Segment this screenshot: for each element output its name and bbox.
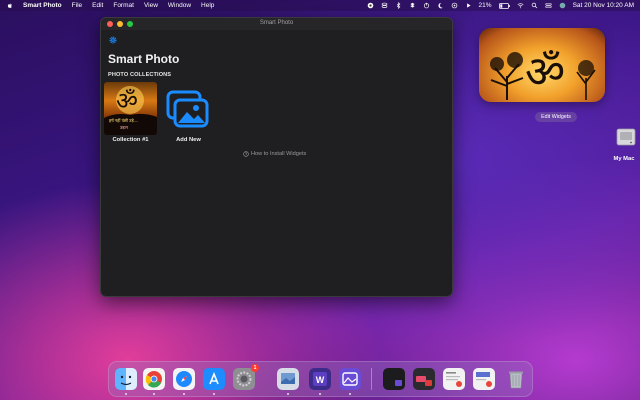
battery-icon[interactable] bbox=[498, 2, 510, 9]
dock-separator bbox=[371, 368, 372, 390]
stack-icon[interactable] bbox=[381, 2, 388, 9]
menu-file[interactable]: File bbox=[72, 2, 82, 9]
chrome-icon[interactable] bbox=[143, 368, 165, 390]
menu-clock[interactable]: Sat 20 Nov 10:20 AM bbox=[573, 2, 634, 9]
collection-label[interactable]: Collection #1 bbox=[104, 137, 157, 143]
preview-icon[interactable] bbox=[277, 368, 299, 390]
apple-menu-icon[interactable] bbox=[6, 2, 13, 9]
help-link-label[interactable]: How to Install Widgets bbox=[251, 151, 306, 157]
smart-photo-dock-icon[interactable] bbox=[339, 368, 361, 390]
window-titlebar[interactable]: Smart Photo bbox=[101, 18, 452, 30]
user-avatar-icon[interactable] bbox=[559, 2, 566, 9]
menu-app-name[interactable]: Smart Photo bbox=[23, 2, 62, 9]
minimized-window-icon[interactable] bbox=[383, 368, 405, 390]
dropbox-icon[interactable] bbox=[409, 2, 416, 9]
collection-caption-top: हर्ष नहीं पंछी उड़े.... bbox=[109, 118, 139, 123]
tree-silhouette-icon bbox=[490, 52, 524, 100]
tree-silhouette-icon bbox=[576, 60, 596, 100]
window-title: Smart Photo bbox=[259, 20, 294, 26]
cast-icon[interactable] bbox=[451, 2, 458, 9]
safari-icon[interactable] bbox=[173, 368, 195, 390]
edit-widgets-button[interactable]: Edit Widgets bbox=[535, 112, 577, 122]
smart-photo-widget[interactable]: ॐ bbox=[479, 28, 605, 102]
bluetooth-icon[interactable] bbox=[395, 2, 402, 9]
menu-format[interactable]: Format bbox=[113, 2, 134, 9]
menu-bar: Smart Photo File Edit Format View Window… bbox=[0, 0, 640, 11]
collection-thumbnail[interactable]: ॐ हर्ष नहीं पंछी उड़े.... उड़ान bbox=[104, 82, 157, 135]
control-center-icon[interactable] bbox=[544, 2, 552, 9]
settings-gear-icon[interactable] bbox=[367, 2, 374, 9]
power-icon[interactable] bbox=[423, 2, 430, 9]
menu-help[interactable]: Help bbox=[201, 2, 214, 9]
menu-window[interactable]: Window bbox=[168, 2, 191, 9]
hard-drive-icon[interactable] bbox=[615, 126, 637, 148]
play-icon[interactable] bbox=[465, 2, 472, 9]
svg-text:W: W bbox=[316, 375, 325, 385]
menu-view[interactable]: View bbox=[144, 2, 158, 9]
running-indicator bbox=[153, 393, 155, 395]
smart-photo-window: Smart Photo Smart Photo PHOTO COLLECTION… bbox=[100, 17, 453, 297]
section-heading: PHOTO COLLECTIONS bbox=[108, 72, 172, 78]
wifi-icon[interactable] bbox=[517, 2, 524, 9]
app-title: Smart Photo bbox=[108, 52, 180, 66]
om-symbol-icon: ॐ bbox=[525, 47, 566, 98]
question-circle-icon bbox=[243, 151, 249, 157]
add-new-label[interactable]: Add New bbox=[161, 137, 216, 143]
install-widgets-help-link[interactable]: How to Install Widgets bbox=[243, 151, 306, 157]
running-indicator bbox=[287, 393, 289, 395]
finder-icon[interactable] bbox=[115, 368, 137, 390]
minimized-window-icon[interactable] bbox=[473, 368, 495, 390]
collection-caption-bottom: उड़ान bbox=[120, 125, 128, 130]
search-icon[interactable] bbox=[531, 2, 538, 9]
trash-icon[interactable] bbox=[505, 368, 527, 390]
moon-icon[interactable] bbox=[437, 2, 444, 9]
minimized-window-icon[interactable] bbox=[413, 368, 435, 390]
app-store-icon[interactable] bbox=[203, 368, 225, 390]
w-app-icon[interactable]: W bbox=[309, 368, 331, 390]
minimized-window-icon[interactable] bbox=[443, 368, 465, 390]
om-symbol-icon: ॐ bbox=[116, 87, 138, 115]
battery-percent[interactable]: 21% bbox=[479, 2, 492, 9]
dock: 1 W bbox=[108, 361, 533, 397]
add-new-photos-icon[interactable] bbox=[166, 90, 210, 130]
running-indicator bbox=[183, 393, 185, 395]
running-indicator bbox=[213, 393, 215, 395]
menu-edit[interactable]: Edit bbox=[92, 2, 103, 9]
system-preferences-icon[interactable] bbox=[233, 368, 255, 390]
disk-label[interactable]: My Mac bbox=[608, 156, 640, 162]
running-indicator bbox=[349, 393, 351, 395]
notification-badge: 1 bbox=[251, 364, 259, 372]
running-indicator bbox=[125, 393, 127, 395]
running-indicator bbox=[319, 393, 321, 395]
settings-gear-icon[interactable] bbox=[109, 36, 117, 44]
